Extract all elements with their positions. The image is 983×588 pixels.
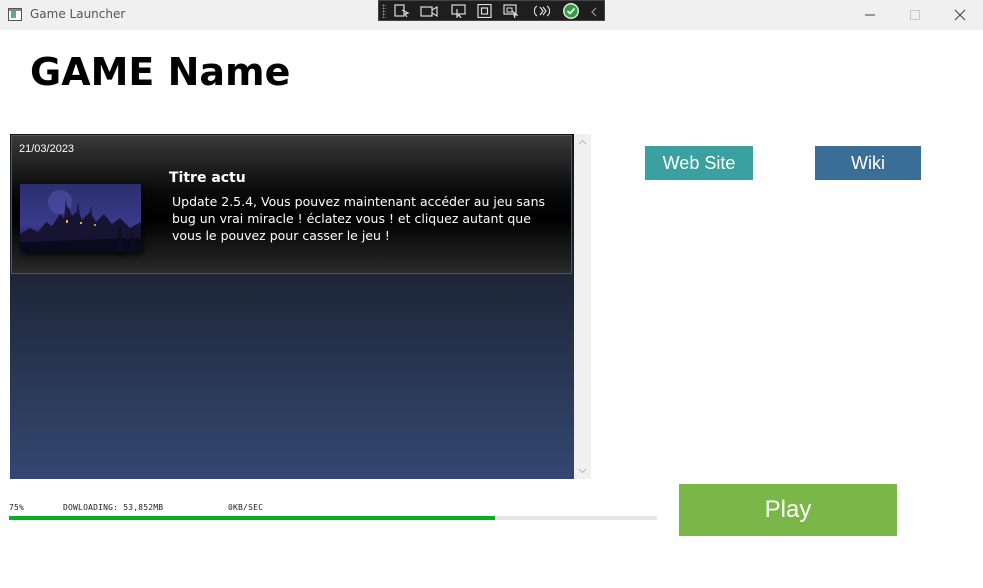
- check-icon[interactable]: [563, 3, 579, 19]
- app-icon: [8, 8, 22, 21]
- news-headline: Titre actu: [169, 170, 246, 186]
- game-title: GAME Name: [30, 50, 291, 94]
- download-progress-fill: [9, 516, 495, 520]
- record-icon[interactable]: [420, 4, 438, 18]
- close-icon: [954, 9, 966, 21]
- news-item[interactable]: 21/03/2023 Titre actu Update 2.5.4, Vous…: [11, 135, 572, 274]
- play-button[interactable]: Play: [679, 484, 897, 536]
- scroll-up-icon[interactable]: [578, 138, 587, 147]
- news-feed[interactable]: 21/03/2023 Titre actu Update 2.5.4, Vous…: [10, 134, 574, 479]
- download-speed: 0KB/SEC: [228, 503, 264, 512]
- collapse-chevron-icon[interactable]: [589, 4, 599, 18]
- wiki-button[interactable]: Wiki: [815, 146, 921, 180]
- window-title: Game Launcher: [30, 7, 126, 21]
- debug-toolbar: [378, 0, 605, 21]
- pointer-icon[interactable]: [451, 4, 467, 18]
- download-percent: 75%: [9, 503, 25, 512]
- news-date: 21/03/2023: [19, 143, 75, 155]
- select-element-icon[interactable]: [394, 4, 410, 18]
- download-progress-bar: [9, 516, 657, 520]
- track-focus-icon[interactable]: [503, 4, 519, 18]
- maximize-icon: [910, 10, 920, 20]
- scroll-down-icon[interactable]: [578, 466, 587, 475]
- news-scrollbar[interactable]: [574, 134, 591, 479]
- website-button[interactable]: Web Site: [645, 146, 753, 180]
- minimize-button[interactable]: [847, 0, 893, 30]
- hot-reload-icon[interactable]: [534, 4, 550, 18]
- maximize-button[interactable]: [892, 0, 938, 30]
- close-button[interactable]: [937, 0, 983, 30]
- title-bar: Game Launcher: [0, 0, 983, 30]
- news-body: Update 2.5.4, Vous pouvez maintenant acc…: [172, 194, 546, 243]
- news-thumbnail: [20, 184, 141, 252]
- minimize-icon: [865, 14, 875, 16]
- toolbar-grip-icon[interactable]: [382, 4, 386, 18]
- download-status: DOWLOADING: 53,852MB: [63, 503, 164, 512]
- layout-bounds-icon[interactable]: [477, 4, 493, 18]
